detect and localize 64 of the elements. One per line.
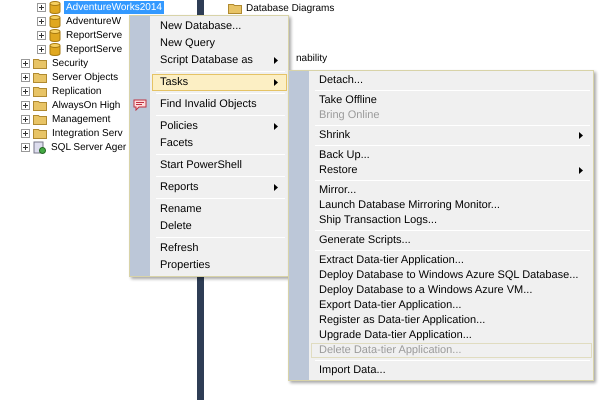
expand-icon[interactable] (37, 16, 46, 26)
tree-item[interactable]: ReportServe (64, 42, 124, 56)
tree-item[interactable]: ReportServe (64, 28, 124, 42)
database-icon (49, 42, 61, 56)
menu-item[interactable]: Extract Data-tier Application... (311, 253, 592, 268)
expand-icon[interactable] (37, 2, 46, 12)
expand-icon[interactable] (37, 44, 46, 54)
menu-item[interactable]: Ship Transaction Logs... (311, 213, 592, 228)
menu-item[interactable]: Back Up... (311, 148, 592, 163)
menu-item[interactable]: Export Data-tier Application... (311, 298, 592, 313)
menu-item[interactable]: Delete (152, 218, 287, 235)
database-icon (49, 0, 61, 14)
expand-icon[interactable] (37, 30, 46, 40)
expand-icon[interactable] (21, 142, 30, 152)
folder-icon (33, 128, 47, 138)
menu-item[interactable]: Take Offline (311, 93, 592, 108)
tree-item[interactable]: Management (50, 112, 112, 126)
menu-item[interactable]: Find Invalid Objects (152, 96, 287, 113)
folder-icon (33, 114, 47, 124)
menu-item[interactable]: Launch Database Mirroring Monitor... (311, 198, 592, 213)
menu-item[interactable]: New Database... (152, 18, 287, 35)
expand-icon[interactable] (21, 114, 30, 124)
tree-item[interactable]: SQL Server Ager (49, 140, 128, 154)
menu-item[interactable]: Detach... (311, 73, 592, 88)
folder-icon (33, 58, 47, 68)
tree-item[interactable]: AdventureW (64, 14, 124, 28)
tree-item[interactable]: Server Objects (50, 70, 120, 84)
menu-item[interactable]: Rename (152, 201, 287, 218)
folder-icon (33, 72, 47, 82)
menu-item[interactable]: Upgrade Data-tier Application... (311, 328, 592, 343)
menu-item[interactable]: Start PowerShell (152, 157, 287, 174)
menu-item[interactable]: Reports (152, 179, 287, 196)
expand-icon[interactable] (21, 58, 30, 68)
menu-item[interactable]: Refresh (152, 240, 287, 257)
tree-item[interactable]: AlwaysOn High (50, 98, 122, 112)
menu-item[interactable]: Properties (152, 257, 287, 274)
menu-item[interactable]: Deploy Database to Windows Azure SQL Database... (311, 268, 592, 283)
menu-item[interactable]: Shrink (311, 128, 592, 143)
menu-item[interactable]: New Query (152, 35, 287, 52)
tree-item[interactable]: Replication (50, 84, 104, 98)
tree-item[interactable]: Integration Serv (50, 126, 125, 140)
menu-item[interactable]: Policies (152, 118, 287, 135)
expand-icon[interactable] (21, 128, 30, 138)
expand-icon[interactable] (21, 72, 30, 82)
database-icon (49, 14, 61, 28)
menu-item[interactable]: Tasks (152, 74, 287, 91)
menu-item[interactable]: Import Data... (311, 363, 592, 378)
tree-item[interactable]: Security (50, 56, 90, 70)
folder-icon (33, 100, 47, 110)
menu-item[interactable]: Generate Scripts... (311, 233, 592, 248)
expand-icon[interactable] (21, 100, 30, 110)
menu-item[interactable]: Register as Data-tier Application... (311, 313, 592, 328)
agent-icon (33, 140, 46, 154)
comment-icon (133, 98, 147, 110)
tree-item[interactable]: nability (296, 51, 328, 66)
menu-item[interactable]: Deploy Database to a Windows Azure VM... (311, 283, 592, 298)
expand-icon[interactable] (21, 86, 30, 96)
menu-item[interactable]: Restore (311, 163, 592, 178)
folder-icon (33, 86, 47, 96)
menu-item[interactable]: Mirror... (311, 183, 592, 198)
menu-item[interactable]: Facets (152, 135, 287, 152)
tree-item[interactable]: Database Diagrams (246, 1, 334, 16)
database-icon (49, 28, 61, 42)
menu-item[interactable]: Script Database as (152, 52, 287, 69)
